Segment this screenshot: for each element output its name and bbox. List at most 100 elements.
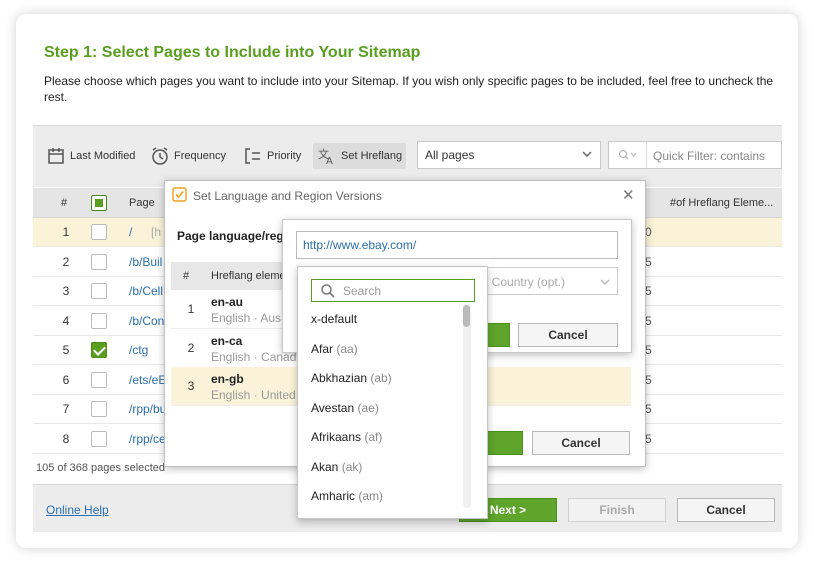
quick-filter-input[interactable]: Quick Filter: contains [608, 141, 782, 169]
page-title-preview: [h [151, 225, 162, 239]
page-link[interactable]: /ctg [129, 343, 148, 357]
language-code: (af) [364, 430, 383, 444]
header-num: # [61, 197, 68, 209]
row-number: 3 [62, 284, 70, 298]
dropdown-scrollbar[interactable] [463, 303, 471, 508]
page-link[interactable]: / [129, 225, 132, 239]
hreflang-count: 5 [645, 372, 652, 387]
language-name: x-default [311, 312, 358, 326]
header-hreflang-count: #of Hreflang Eleme... [670, 197, 774, 209]
language-code: (ab) [370, 371, 392, 385]
language-option[interactable]: Akan (ak) [311, 460, 362, 474]
selected-count: 105 of 368 pages selected [36, 462, 166, 474]
language-code: (aa) [336, 341, 358, 356]
hreflang-count: 5 [645, 284, 652, 298]
hreflang-count: 5 [645, 254, 652, 269]
chevron-down-icon [600, 279, 610, 286]
cancel-button[interactable]: Cancel [677, 498, 775, 522]
page-link[interactable]: /b/Buil [129, 255, 162, 269]
pages-filter-select[interactable]: All pages [417, 141, 601, 169]
hreflang-count: 0 [645, 225, 652, 239]
language-name: Afrikaans [311, 430, 362, 444]
row-checkbox[interactable] [91, 401, 107, 417]
header-page: Page [129, 197, 155, 209]
language-name: Akan [311, 459, 339, 474]
language-name: Avestan [311, 400, 355, 415]
row-number: 8 [62, 431, 70, 446]
search-icon [321, 284, 335, 298]
search-icon[interactable] [609, 142, 647, 168]
dialog-cancel-button[interactable]: Cancel [532, 431, 630, 455]
row-number: 2 [62, 254, 70, 269]
dialog-title: Set Language and Region Versions [193, 189, 382, 203]
row-number: 4 [62, 313, 70, 328]
set-hreflang-button[interactable]: 文A Set Hreflang [313, 143, 407, 169]
language-option[interactable]: Amharic (am) [311, 489, 383, 503]
quick-filter-placeholder: Quick Filter: contains [653, 149, 766, 163]
last-modified-button[interactable]: Last Modified [46, 143, 135, 169]
hreflang-count: 5 [645, 343, 652, 357]
priority-button[interactable]: Priority [243, 143, 301, 169]
page-link[interactable]: /rpp/bu [129, 402, 166, 416]
frequency-button[interactable]: Frequency [150, 143, 226, 169]
set-hreflang-label: Set Hreflang [341, 150, 403, 162]
hreflang-header-element: Hreflang eleme [211, 270, 286, 282]
language-name: Amharic [311, 489, 356, 503]
select-all-checkbox[interactable] [91, 195, 107, 211]
row-checkbox[interactable] [91, 283, 107, 299]
language-code: (ak) [341, 459, 363, 474]
chevron-down-icon [582, 151, 592, 158]
row-number: 6 [62, 372, 70, 387]
frequency-label: Frequency [174, 150, 226, 162]
hreflang-row-number: 1 [187, 302, 195, 316]
page-language-label: Page language/regi [177, 229, 288, 243]
language-code: (am) [358, 489, 384, 503]
language-option[interactable]: x-default [311, 312, 357, 326]
row-number: 5 [62, 343, 70, 357]
page-link[interactable]: /b/Cell [129, 284, 163, 298]
language-option[interactable]: Afrikaans (af) [311, 430, 382, 444]
hreflang-count: 5 [645, 313, 652, 328]
language-code: (ae) [357, 400, 379, 415]
hreflang-description: English · Aus [211, 311, 282, 325]
step-description: Please choose which pages you want to in… [44, 74, 774, 104]
row-checkbox[interactable] [91, 371, 107, 388]
page-link[interactable]: /b/Con [129, 314, 164, 328]
pages-filter-value: All pages [425, 148, 475, 162]
row-number: 1 [62, 225, 70, 239]
url-cancel-button[interactable]: Cancel [518, 323, 618, 347]
alarm-clock-icon [152, 147, 168, 165]
hreflang-code: en-ca [211, 333, 243, 348]
finish-button[interactable]: Finish [568, 498, 666, 522]
row-checkbox[interactable] [91, 253, 107, 270]
row-number: 7 [62, 402, 70, 416]
language-search-placeholder: Search [343, 284, 382, 298]
language-option[interactable]: Afar (aa) [311, 342, 358, 356]
page-link[interactable]: /ets/eE [129, 373, 166, 387]
language-dropdown [297, 266, 488, 519]
language-search-input[interactable]: Search [311, 279, 475, 302]
language-name: Abkhazian [311, 371, 368, 385]
row-checkbox[interactable] [91, 342, 107, 358]
row-checkbox[interactable] [91, 312, 107, 329]
row-checkbox[interactable] [91, 224, 107, 240]
language-option[interactable]: Abkhazian (ab) [311, 371, 392, 385]
dropdown-scroll-thumb[interactable] [463, 305, 470, 327]
online-help-link[interactable]: Online Help [46, 503, 109, 517]
url-input[interactable]: http://www.ebay.com/ [296, 231, 618, 259]
hreflang-row-number: 2 [187, 340, 195, 355]
hreflang-code: en-au [211, 295, 244, 309]
last-modified-label: Last Modified [70, 150, 136, 162]
priority-icon [245, 148, 260, 164]
language-option[interactable]: Avestan (ae) [311, 401, 379, 415]
language-name: Afar [311, 341, 334, 356]
hreflang-description: English · United [211, 388, 296, 402]
row-checkbox[interactable] [91, 430, 107, 447]
checklist-icon [172, 187, 187, 202]
page-link[interactable]: /rpp/ce [129, 432, 166, 446]
hreflang-count: 5 [645, 402, 652, 416]
translate-icon: 文A [318, 147, 333, 166]
close-icon[interactable]: ✕ [622, 186, 635, 204]
calendar-icon [48, 148, 64, 164]
hreflang-header-num: # [183, 270, 190, 282]
